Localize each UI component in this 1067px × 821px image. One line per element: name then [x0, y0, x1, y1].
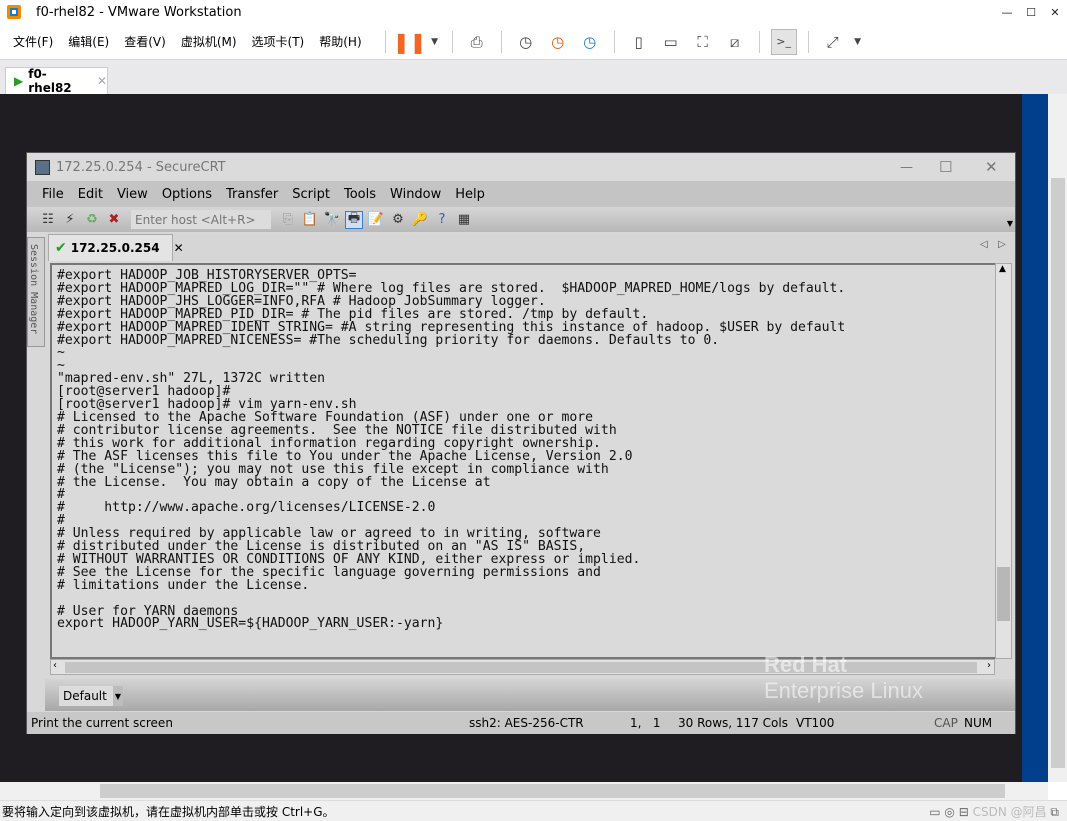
securecrt-toolbar: ☷ ⚡ ♻ ✖ ⎘ 📋 🔭 🖶 📝 ⚙ 🔑 ? ▦ ▼	[27, 207, 1015, 232]
help-icon[interactable]: ?	[433, 211, 451, 229]
fullscreen-icon[interactable]: ⛶	[690, 29, 716, 55]
terminal-line: # limitations under the License.	[57, 577, 310, 593]
button-bar	[45, 679, 1015, 711]
device-icons[interactable]: ▭ ◎ ⊟ CSDN @阿昌 ⧉	[929, 803, 1059, 820]
dropdown-arrow-icon[interactable]: ▼	[429, 29, 441, 55]
status-message: Print the current screen	[31, 716, 173, 730]
menu-tools[interactable]: Tools	[344, 187, 376, 202]
securecrt-window: 172.25.0.254 - SecureCRT — ☐ ✕ File Edit…	[26, 152, 1016, 734]
unity-icon[interactable]: ⧄	[722, 29, 748, 55]
maximize-button[interactable]: ☐	[939, 158, 952, 176]
quick-connect-icon[interactable]: ⚡	[61, 211, 79, 229]
session-options-icon[interactable]: 📝	[367, 211, 385, 229]
button-bar-select[interactable]: Default ▼	[59, 686, 123, 706]
menu-view[interactable]: 查看(V)	[124, 33, 166, 50]
enter-host-input[interactable]	[131, 210, 271, 229]
pause-icon[interactable]: ❚❚	[393, 29, 427, 55]
terminal-horizontal-scrollbar[interactable]: ‹ ›	[50, 659, 995, 675]
snapshot-manager-icon[interactable]: ◷	[577, 29, 603, 55]
close-tab-icon[interactable]: ✕	[97, 74, 107, 88]
tab-session[interactable]: ✔ 172.25.0.254 ✕	[48, 234, 184, 261]
terminal-vertical-scrollbar[interactable]: ▲	[995, 263, 1012, 659]
status-cursor: 1, 1	[630, 716, 661, 730]
terminal-line: # the License. You may obtain a copy of …	[57, 474, 491, 490]
terminal-screen[interactable]: #export HADOOP_JOB_HISTORYSERVER_OPTS= #e…	[50, 263, 996, 659]
status-emulation: VT100	[796, 716, 835, 730]
status-cap: CAP	[934, 716, 958, 730]
terminal-line: ~	[57, 345, 65, 361]
minimize-button[interactable]: —	[900, 160, 913, 175]
menu-vm[interactable]: 虚拟机(M)	[181, 33, 237, 50]
print-icon[interactable]: 🖶	[345, 210, 363, 229]
reconnect-icon[interactable]: ♻	[83, 211, 101, 229]
sftp-icon[interactable]: ▦	[455, 211, 473, 229]
close-tab-icon[interactable]: ✕	[174, 241, 184, 255]
vm-tab-bar	[0, 60, 1067, 94]
menu-edit[interactable]: Edit	[78, 187, 103, 202]
terminal-line: export HADOOP_YARN_USER=${HADOOP_YARN_US…	[57, 616, 444, 632]
close-button[interactable]: ✕	[985, 158, 998, 176]
securecrt-status-bar: Print the current screen ssh2: AES-256-C…	[27, 712, 1015, 734]
tab-f0-rhel82[interactable]: ▶ f0-rhel82 ✕	[5, 67, 108, 95]
vmware-menu-toolbar: 文件(F) 编辑(E) 查看(V) 虚拟机(M) 选项卡(T) 帮助(H) ❚❚…	[0, 24, 1067, 60]
sidebar-toggle-icon[interactable]: ▯	[626, 29, 652, 55]
maximize-button[interactable]: ☐	[1019, 0, 1043, 24]
disconnect-icon[interactable]: ✖	[105, 211, 123, 229]
keymap-icon[interactable]: 🔑	[411, 211, 429, 229]
global-options-icon[interactable]: ⚙	[389, 211, 407, 229]
tab-scroll-left-icon[interactable]: ◁	[980, 239, 988, 250]
menu-tabs[interactable]: 选项卡(T)	[252, 33, 305, 50]
session-tab-bar: ◁ ▷	[45, 233, 1015, 261]
menu-help[interactable]: Help	[455, 187, 485, 202]
menu-options[interactable]: Options	[162, 187, 212, 202]
horizontal-scrollbar[interactable]	[0, 782, 1048, 800]
session-manager-tab[interactable]: Session Manager	[27, 237, 45, 347]
console-view-icon[interactable]: >_	[770, 28, 797, 55]
find-icon[interactable]: 🔭	[323, 211, 341, 229]
menu-view[interactable]: View	[117, 187, 148, 202]
menu-file[interactable]: File	[42, 187, 64, 202]
securecrt-menu-bar: File Edit View Options Transfer Script T…	[27, 181, 1015, 207]
close-button[interactable]: ✕	[1043, 0, 1067, 24]
vertical-scrollbar[interactable]	[1048, 94, 1067, 782]
connect-icon[interactable]: ☷	[39, 211, 57, 229]
terminal-text: #export HADOOP_JOB_HISTORYSERVER_OPTS= #e…	[52, 265, 996, 631]
copy-icon[interactable]: ⎘	[279, 211, 297, 229]
securecrt-title-bar: 172.25.0.254 - SecureCRT — ☐ ✕	[27, 153, 1015, 181]
menu-script[interactable]: Script	[292, 187, 330, 202]
status-size: 30 Rows, 117 Cols	[678, 716, 788, 730]
vm-running-icon: ▶	[14, 74, 24, 88]
dropdown-arrow-icon[interactable]: ▼	[852, 29, 864, 55]
toolbar-overflow-icon[interactable]: ▼	[1007, 219, 1013, 228]
status-cipher: ssh2: AES-256-CTR	[469, 716, 584, 730]
tab-scroll-right-icon[interactable]: ▷	[998, 239, 1006, 250]
menu-file[interactable]: 文件(F)	[13, 33, 53, 50]
snapshot-icon[interactable]: ◷	[513, 29, 539, 55]
menu-help[interactable]: 帮助(H)	[319, 33, 361, 50]
securecrt-app-icon	[35, 159, 50, 175]
vmware-logo-icon	[7, 5, 21, 19]
status-num: NUM	[964, 716, 993, 730]
stretch-icon[interactable]: ⤢	[820, 29, 846, 55]
connected-check-icon: ✔	[55, 240, 67, 256]
menu-edit[interactable]: 编辑(E)	[68, 33, 109, 50]
desktop-panel	[1022, 94, 1048, 782]
revert-snapshot-icon[interactable]: ◷	[545, 29, 571, 55]
menu-transfer[interactable]: Transfer	[226, 187, 278, 202]
window-title: f0-rhel82 - VMware Workstation	[36, 4, 242, 20]
minimize-button[interactable]: —	[995, 0, 1019, 24]
menu-window[interactable]: Window	[390, 187, 441, 202]
vmware-title-bar: f0-rhel82 - VMware Workstation — ☐ ✕	[0, 0, 1067, 24]
thumbnail-bar-icon[interactable]: ▭	[658, 29, 684, 55]
chevron-down-icon[interactable]: ▼	[113, 686, 123, 706]
terminal-line: #export HADOOP_MAPRED_NICENESS= #The sch…	[57, 332, 720, 348]
send-ctrl-alt-del-icon[interactable]: ⎙	[464, 29, 490, 55]
vmware-status-bar: 要将输入定向到该虚拟机，请在虚拟机内部单击或按 Ctrl+G。 ▭ ◎ ⊟ CS…	[0, 800, 1067, 821]
paste-icon[interactable]: 📋	[301, 211, 319, 229]
terminal-line: # http://www.apache.org/licenses/LICENSE…	[57, 500, 436, 516]
